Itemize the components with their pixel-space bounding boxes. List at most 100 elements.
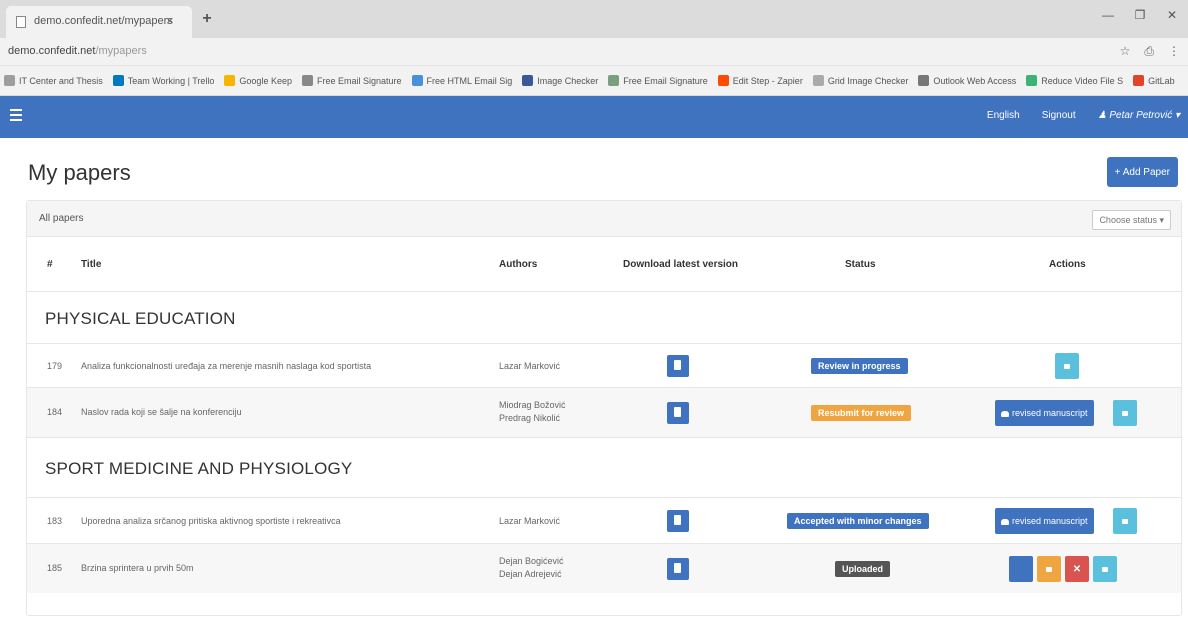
group-header: PHYSICAL EDUCATION: [27, 291, 1181, 343]
download-document-icon[interactable]: [667, 402, 689, 424]
bookmark-item[interactable]: Outlook Web Access: [918, 75, 1016, 86]
bookmark-label: Free Email Signature: [316, 75, 402, 86]
status-filter-dropdown[interactable]: Choose status ▾: [1092, 210, 1171, 230]
paper-title: Naslov rada koji se šalje na konferencij…: [81, 407, 242, 417]
new-tab-button[interactable]: +: [196, 9, 218, 29]
edit-button[interactable]: [1037, 556, 1061, 582]
user-name: Petar Petrović ▾: [1109, 110, 1180, 121]
group-header: SPORT MEDICINE AND PHYSIOLOGY: [27, 437, 1181, 497]
paper-title: Analiza funkcionalnosti uređaja za meren…: [81, 361, 372, 371]
status-badge: Review in progress: [811, 358, 908, 374]
panel-title: All papers: [39, 213, 84, 224]
browser-menu-icon[interactable]: ⋮: [1168, 44, 1180, 59]
column-header-authors: Authors: [499, 259, 538, 270]
paper-id: 184: [47, 407, 63, 417]
view-paper-button[interactable]: [1055, 353, 1079, 379]
status-badge: Accepted with minor changes: [787, 513, 929, 529]
bookmark-icon: [224, 75, 236, 86]
table-row: 183 Uporedna analiza srčanog pritiska ak…: [27, 497, 1181, 543]
view-paper-button[interactable]: [1113, 508, 1137, 534]
browser-tab-title: demo.confedit.net/mypapers: [34, 15, 173, 27]
revised-manuscript-label: revised manuscript: [1012, 516, 1088, 526]
app-navbar: English Signout ♟ Petar Petrović ▾: [0, 96, 1188, 138]
page-title: My papers: [28, 160, 131, 185]
bookmark-item[interactable]: Grid Image Checker: [812, 75, 909, 86]
bookmark-label: Edit Step - Zapier: [732, 75, 803, 86]
author-name: Dejan Adrejević: [499, 569, 562, 579]
bookmark-icon: [918, 75, 930, 86]
author-name: Lazar Marković: [499, 516, 561, 526]
bookmark-item[interactable]: Free Email Signature: [608, 75, 708, 86]
bookmark-item[interactable]: GitLab: [1133, 75, 1175, 86]
close-tab-icon[interactable]: ×: [166, 13, 174, 28]
url-text[interactable]: demo.confedit.net/mypapers: [8, 45, 147, 57]
bookmark-icon: [4, 75, 15, 86]
bookmark-icon: [717, 75, 729, 86]
paper-authors: Lazar Marković: [499, 515, 560, 528]
bookmark-item[interactable]: Free Email Signature: [301, 75, 402, 86]
bookmark-item[interactable]: IT Center and Thesis: [4, 75, 103, 86]
bookmark-label: Image Checker: [537, 75, 599, 86]
hamburger-menu-icon[interactable]: [10, 109, 22, 121]
bookmark-icon: [1133, 75, 1145, 86]
download-document-icon[interactable]: [667, 510, 689, 532]
download-document-icon[interactable]: [667, 355, 689, 377]
bookmark-icon: [411, 75, 423, 86]
address-bar[interactable]: demo.confedit.net/mypapers ☆ ⎙ ⋮: [0, 38, 1188, 66]
edit-icon: [1046, 567, 1052, 573]
navbar-right: English Signout ♟ Petar Petrović ▾: [987, 110, 1180, 121]
paper-authors: Dejan Bogićević Dejan Adrejević: [499, 555, 564, 581]
bookmark-item[interactable]: Edit Step - Zapier: [717, 75, 803, 86]
bookmark-item[interactable]: Reduce Video File S: [1026, 75, 1123, 86]
paper-title: Brzina sprintera u prvih 50m: [81, 563, 194, 573]
column-header-download: Download latest version: [623, 259, 739, 270]
table-row: 179 Analiza funkcionalnosti uređaja za m…: [27, 343, 1181, 387]
status-badge: Resubmit for review: [811, 405, 912, 421]
bookmark-label: IT Center and Thesis: [19, 75, 103, 86]
bookmark-item[interactable]: Google Keep: [224, 75, 292, 86]
paper-id: 183: [47, 516, 63, 526]
view-paper-button[interactable]: [1113, 400, 1137, 426]
bookmark-label: GitLab: [1148, 75, 1175, 86]
user-icon: ♟: [1097, 110, 1107, 121]
bookmark-label: Team Working | Trello: [127, 75, 215, 86]
bookmark-item[interactable]: Image Checker: [522, 75, 598, 86]
download-document-icon[interactable]: [667, 558, 689, 580]
column-header-title: Title: [81, 259, 102, 270]
bookmark-star-icon[interactable]: ☆: [1120, 44, 1131, 59]
paper-id: 179: [47, 361, 63, 371]
cloud-upload-icon: [1001, 410, 1009, 417]
bookmark-label: Grid Image Checker: [827, 75, 909, 86]
bookmark-label: Google Keep: [239, 75, 292, 86]
bookmark-icon: [608, 75, 620, 86]
minimize-icon[interactable]: —: [1092, 0, 1124, 30]
author-name: Predrag Nikolić: [499, 413, 561, 423]
delete-icon: ✕: [1072, 563, 1082, 575]
papers-panel: All papers Choose status ▾ # Title Autho…: [26, 200, 1182, 616]
signout-link[interactable]: Signout: [1042, 110, 1076, 121]
paper-title: Uporedna analiza srčanog pritiska aktivn…: [81, 516, 341, 526]
close-window-icon[interactable]: ✕: [1156, 0, 1188, 30]
language-link[interactable]: English: [987, 110, 1020, 121]
bookmark-item[interactable]: Free HTML Email Sig: [411, 75, 512, 86]
bookmark-label: Outlook Web Access: [933, 75, 1017, 86]
bookmark-icon: [301, 75, 313, 86]
delete-button[interactable]: ✕: [1065, 556, 1089, 582]
revised-manuscript-button[interactable]: revised manuscript: [995, 400, 1094, 426]
view-paper-button[interactable]: [1093, 556, 1117, 582]
revised-manuscript-button[interactable]: revised manuscript: [995, 508, 1094, 534]
bookmark-icon: [522, 75, 534, 86]
bookmark-item[interactable]: Team Working | Trello: [112, 75, 215, 86]
paper-id: 185: [47, 563, 63, 573]
table-row: 185 Brzina sprintera u prvih 50m Dejan B…: [27, 543, 1181, 593]
add-paper-button[interactable]: + Add Paper: [1106, 157, 1178, 187]
extension-icon[interactable]: ⎙: [1144, 44, 1154, 59]
browser-tab[interactable]: demo.confedit.net/mypapers ×: [6, 6, 192, 38]
maximize-icon[interactable]: ❐: [1124, 0, 1156, 30]
panel-heading: All papers Choose status ▾: [27, 201, 1181, 237]
revised-manuscript-label: revised manuscript: [1012, 408, 1088, 418]
bookmarks-bar: IT Center and Thesis Team Working | Trell…: [0, 66, 1188, 96]
user-menu[interactable]: ♟ Petar Petrović ▾: [1098, 110, 1180, 121]
bookmark-label: Reduce Video File S: [1041, 75, 1124, 86]
upload-button[interactable]: [1009, 556, 1033, 582]
